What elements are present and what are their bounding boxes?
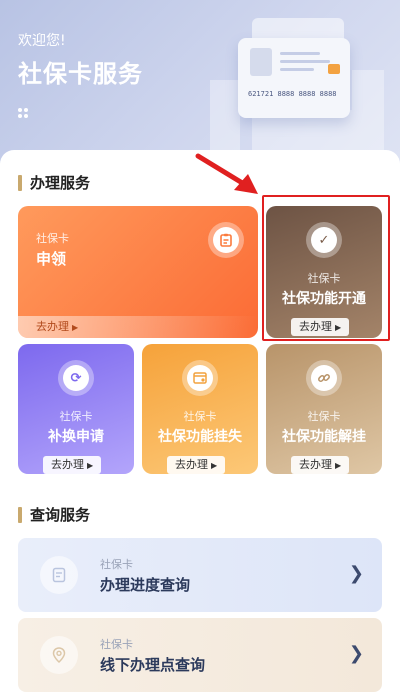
go-button[interactable]: 去办理 ▶ <box>167 456 226 474</box>
chevron-right-icon[interactable]: ❯ <box>349 643 364 664</box>
accent-bar <box>18 506 22 523</box>
service-card-replace[interactable]: ⟳ 社保卡 补换申请 去办理 ▶ <box>18 344 134 474</box>
chevron-right-icon[interactable]: ❯ <box>349 563 364 584</box>
go-button[interactable]: 去办理 ▶ <box>36 318 78 334</box>
id-card-illustration: 621721 8888 8888 8888 <box>238 38 350 118</box>
location-pin-icon <box>40 636 78 674</box>
service-card-report-loss[interactable]: 社保卡 社保功能挂失 去办理 ▶ <box>142 344 258 474</box>
card-number: 621721 8888 8888 8888 <box>248 90 337 98</box>
card-photo <box>250 48 272 76</box>
page-title: 社保卡服务 <box>18 60 143 88</box>
document-icon <box>40 556 78 594</box>
refresh-icon: ⟳ <box>58 360 94 396</box>
accent-bar <box>18 174 22 191</box>
card-lock-icon <box>182 360 218 396</box>
query-card-location[interactable]: 社保卡 线下办理点查询 ❯ <box>18 618 382 692</box>
query-card-progress[interactable]: 社保卡 办理进度查询 ❯ <box>18 538 382 612</box>
service-card-apply[interactable]: 社保卡 申领 去办理 ▶ <box>18 206 258 338</box>
building-decoration <box>210 80 240 150</box>
section-title-handle: 办理服务 <box>18 172 90 193</box>
welcome-text: 欢迎您! <box>18 33 66 49</box>
clipboard-icon <box>208 222 244 258</box>
pointer-arrow-icon <box>195 153 258 194</box>
card-chip <box>328 64 340 74</box>
highlight-box <box>262 195 390 341</box>
header-banner: 621721 8888 8888 8888 欢迎您! 社保卡服务 <box>0 0 400 175</box>
section-title-query: 查询服务 <box>18 504 90 525</box>
building-decoration <box>352 70 384 150</box>
go-button[interactable]: 去办理 ▶ <box>43 456 102 474</box>
menu-dots-icon[interactable] <box>18 108 34 122</box>
service-card-unlock[interactable]: 社保卡 社保功能解挂 去办理 ▶ <box>266 344 382 474</box>
unlink-icon <box>306 360 342 396</box>
go-button[interactable]: 去办理 ▶ <box>291 456 350 474</box>
